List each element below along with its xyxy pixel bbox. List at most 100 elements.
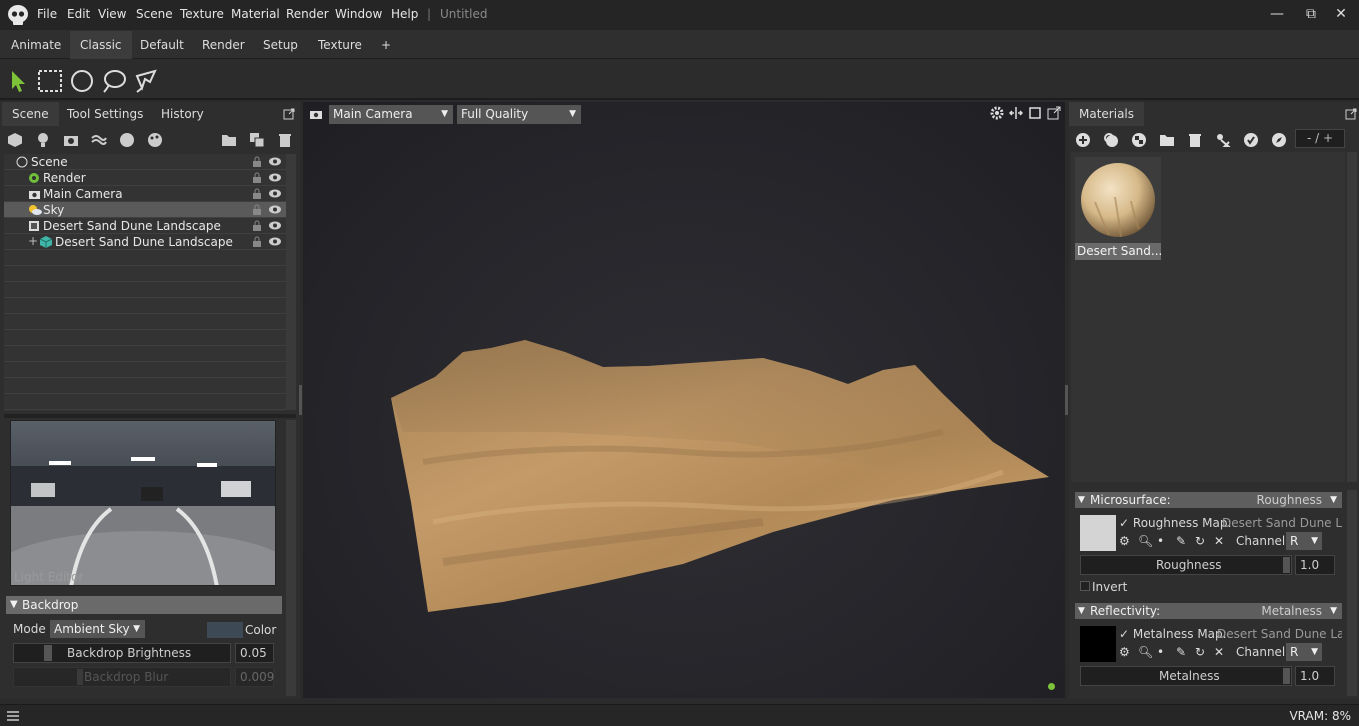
camera-dropdown[interactable]: Main Camera ▼ <box>329 105 453 124</box>
material-thumbnail[interactable] <box>1075 157 1161 243</box>
polygon-lasso-icon[interactable] <box>133 68 159 94</box>
popout-icon[interactable] <box>283 108 295 120</box>
metalness-slider[interactable]: Metalness <box>1080 666 1292 686</box>
menu-render[interactable]: Render <box>286 7 329 21</box>
gear-icon[interactable]: ⚙ <box>1119 645 1130 659</box>
close-icon[interactable]: ✕ <box>1214 534 1224 548</box>
tree-row-scene[interactable]: Scene <box>4 154 286 170</box>
properties-scrollbar[interactable] <box>286 420 296 696</box>
tree-row-render[interactable]: Render <box>4 170 286 186</box>
close-icon[interactable]: ✕ <box>1214 645 1224 659</box>
add-camera-icon[interactable] <box>63 132 79 148</box>
tree-row-landscape-group[interactable]: Desert Sand Dune Landscape <box>4 218 286 234</box>
panel-divider[interactable] <box>4 414 296 418</box>
microsurface-mode[interactable]: Roughness <box>1257 492 1322 508</box>
close-button[interactable]: ✕ <box>1332 5 1350 23</box>
3d-viewport[interactable] <box>303 102 1065 698</box>
material-page-counter[interactable]: - / + <box>1295 129 1345 148</box>
refresh-icon[interactable]: ↻ <box>1195 534 1205 548</box>
trash-icon[interactable] <box>277 132 293 148</box>
reflectivity-mode[interactable]: Metalness <box>1261 603 1322 619</box>
material-name-label[interactable]: Desert Sand... <box>1075 243 1161 260</box>
select-by-material-icon[interactable] <box>1243 132 1259 148</box>
tab-history[interactable]: History <box>151 102 214 126</box>
search-icon[interactable]: 🔍︎ <box>1138 645 1153 659</box>
search-icon[interactable]: 🔍︎ <box>1138 534 1153 548</box>
menu-edit[interactable]: Edit <box>67 7 90 21</box>
add-light-icon[interactable] <box>35 132 51 148</box>
assign-material-icon[interactable] <box>1215 132 1231 148</box>
roughness-slider[interactable]: Roughness <box>1080 555 1292 575</box>
tab-scene[interactable]: Scene <box>2 102 59 126</box>
gear-icon[interactable]: ⚙ <box>1119 534 1130 548</box>
camera-icon[interactable] <box>309 108 323 120</box>
tab-materials[interactable]: Materials <box>1069 102 1145 126</box>
slider-handle[interactable] <box>1283 557 1290 573</box>
slider-handle[interactable] <box>77 669 83 685</box>
folder-icon[interactable] <box>221 132 237 148</box>
right-splitter-handle[interactable] <box>1065 385 1068 415</box>
duplicate-material-icon[interactable] <box>1103 132 1119 148</box>
roughness-value-field[interactable]: 1.0 <box>1295 555 1335 575</box>
lasso-select-icon[interactable] <box>101 68 127 94</box>
menu-texture[interactable]: Texture <box>180 7 224 21</box>
tab-tool-settings[interactable]: Tool Settings <box>57 102 153 126</box>
lock-icon[interactable] <box>252 236 262 247</box>
checker-icon[interactable] <box>1131 132 1147 148</box>
backdrop-blur-slider[interactable]: Backdrop Blur <box>13 667 231 687</box>
mode-dropdown[interactable]: Ambient Sky ▼ <box>50 620 145 638</box>
quality-dropdown[interactable]: Full Quality ▼ <box>457 105 581 124</box>
trash-icon[interactable] <box>1187 132 1203 148</box>
gear-icon[interactable] <box>990 106 1004 120</box>
tab-animate[interactable]: Animate <box>1 31 71 59</box>
brightness-value-field[interactable]: 0.05 <box>235 643 274 663</box>
invert-checkbox[interactable] <box>1080 581 1090 591</box>
tab-texture[interactable]: Texture <box>308 31 372 59</box>
lock-icon[interactable] <box>252 220 262 231</box>
eyedropper-icon[interactable]: • <box>1157 534 1164 548</box>
properties-scrollbar[interactable] <box>1347 490 1357 696</box>
eye-icon[interactable] <box>268 157 282 166</box>
popout-icon[interactable] <box>1047 106 1061 120</box>
duplicate-icon[interactable] <box>249 132 265 148</box>
maximize-icon[interactable] <box>1028 106 1042 120</box>
popout-icon[interactable] <box>1345 108 1357 120</box>
pencil-icon[interactable]: ✎ <box>1176 534 1186 548</box>
rect-select-icon[interactable] <box>37 68 63 94</box>
checkmark-icon[interactable]: ✓ <box>1119 627 1129 641</box>
minimize-button[interactable]: — <box>1268 5 1286 23</box>
eye-icon[interactable] <box>268 237 282 246</box>
add-shadow-icon[interactable] <box>119 132 135 148</box>
eye-icon[interactable] <box>268 173 282 182</box>
environment-preview-image[interactable] <box>10 420 276 586</box>
metalness-map-thumbnail[interactable] <box>1080 626 1116 662</box>
tree-row-sky[interactable]: Sky <box>4 202 286 218</box>
compass-icon[interactable] <box>1271 132 1287 148</box>
add-material-icon[interactable] <box>147 132 163 148</box>
microsurface-section-header[interactable]: ▼ Microsurface: Roughness ▼ <box>1075 492 1342 508</box>
metalness-channel-dropdown[interactable]: R ▼ <box>1286 643 1322 661</box>
folder-icon[interactable] <box>1159 132 1175 148</box>
select-arrow-icon[interactable] <box>6 68 32 94</box>
add-fog-icon[interactable] <box>91 132 107 148</box>
roughness-channel-dropdown[interactable]: R ▼ <box>1286 532 1322 550</box>
menu-help[interactable]: Help <box>391 7 418 21</box>
tab-classic[interactable]: Classic <box>70 31 132 59</box>
backdrop-section-header[interactable]: ▼ Backdrop <box>6 596 282 614</box>
lock-icon[interactable] <box>252 204 262 215</box>
tab-render[interactable]: Render <box>192 31 255 59</box>
lock-icon[interactable] <box>252 156 262 167</box>
metalness-value-field[interactable]: 1.0 <box>1295 666 1335 686</box>
slider-handle[interactable] <box>44 645 52 661</box>
tab-setup[interactable]: Setup <box>253 31 308 59</box>
tree-row-main-camera[interactable]: Main Camera <box>4 186 286 202</box>
add-cube-icon[interactable] <box>7 132 23 148</box>
tab-default[interactable]: Default <box>130 31 194 59</box>
menu-scene[interactable]: Scene <box>136 7 173 21</box>
expand-plus-icon[interactable]: + <box>28 234 38 248</box>
hamburger-menu-icon[interactable] <box>6 710 20 722</box>
add-material-icon[interactable] <box>1075 132 1091 148</box>
restore-button[interactable]: ⧉ <box>1302 5 1320 23</box>
slider-handle[interactable] <box>1283 668 1290 684</box>
tree-row-landscape-mesh[interactable]: + Desert Sand Dune Landscape <box>4 234 286 250</box>
